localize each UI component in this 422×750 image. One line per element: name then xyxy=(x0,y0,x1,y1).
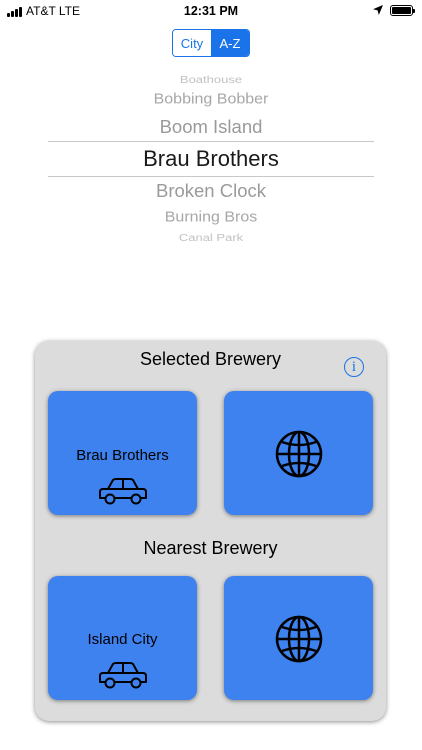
picker-item[interactable]: Bobbing Bobber xyxy=(0,91,422,109)
status-bar: AT&T LTE 12:31 PM xyxy=(0,0,422,22)
location-arrow-icon xyxy=(373,5,383,15)
car-icon xyxy=(99,662,147,689)
picker-item[interactable]: Broken Clock xyxy=(0,180,422,202)
battery-icon xyxy=(390,5,415,16)
picker-item[interactable]: Canal Park xyxy=(0,232,422,243)
picker-selection-bottom-line xyxy=(48,176,374,177)
nearest-brewery-title: Nearest Brewery xyxy=(143,538,278,558)
nearest-website-button[interactable] xyxy=(224,576,373,700)
nearest-directions-button[interactable]: Island City xyxy=(48,576,197,700)
sort-segmented-control[interactable]: City A-Z xyxy=(172,29,250,57)
brewery-panel: Selected Brewery Brau Brothers Nearest B… xyxy=(35,341,386,721)
selected-brewery-name: Brau Brothers xyxy=(76,447,169,464)
selected-directions-button[interactable]: Brau Brothers xyxy=(48,391,197,515)
segment-city[interactable]: City xyxy=(173,30,211,56)
picker-item[interactable]: Boom Island xyxy=(0,116,422,138)
picker-item[interactable]: Boathouse xyxy=(0,74,422,85)
picker-item[interactable]: Burning Bros xyxy=(0,209,422,227)
picker-selection-top-line xyxy=(48,141,374,142)
selected-website-button[interactable] xyxy=(224,391,373,515)
picker-item-selected[interactable]: Brau Brothers xyxy=(0,145,422,173)
segment-a-z[interactable]: A-Z xyxy=(211,30,249,56)
nearest-brewery-name: Island City xyxy=(87,631,158,648)
selected-brewery-title: Selected Brewery xyxy=(139,349,282,369)
status-time: 12:31 PM xyxy=(183,4,239,18)
globe-icon xyxy=(275,615,323,663)
info-icon[interactable]: i xyxy=(344,357,364,377)
car-icon xyxy=(99,478,147,505)
globe-icon xyxy=(275,430,323,478)
